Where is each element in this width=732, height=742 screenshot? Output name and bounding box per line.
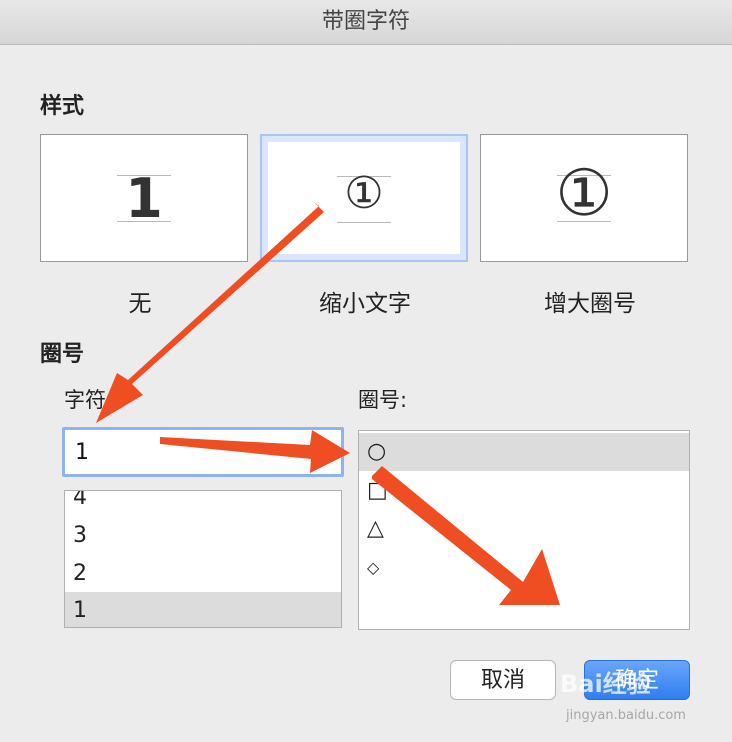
watermark-url: jingyan.baidu.com [566,708,686,723]
list-item-selected[interactable]: 1 [65,592,341,627]
style-option-none[interactable]: 1 [40,134,248,262]
dialog-title: 带圈字符 [0,0,732,45]
enclosure-list[interactable]: ○ □ △ ◇ [358,430,690,630]
text-list[interactable]: 4 3 2 1 [64,490,342,628]
list-item[interactable]: 2 [65,555,341,593]
text-input-value[interactable] [65,430,341,474]
enclosure-section-label: 圈号 [40,342,85,367]
style-option-enlarge-symbol[interactable]: ① [480,134,688,262]
text-input[interactable] [62,427,344,477]
text-field-label: 字符 [64,388,106,412]
list-item[interactable]: 3 [65,517,341,555]
enclosure-option-diamond[interactable]: ◇ [359,548,689,586]
style-preview-glyph: 1 [125,167,163,230]
circle-icon: ○ [367,439,387,464]
style-preview-glyph: ① [555,157,613,231]
style-caption-enlarge-symbol: 增大圈号 [544,291,636,317]
square-icon: □ [367,478,388,503]
style-option-shrink-text[interactable]: ① [260,134,468,262]
cancel-button[interactable]: 取消 [450,660,556,700]
style-caption-shrink-text: 缩小文字 [319,291,411,317]
style-caption-none: 无 [128,291,152,317]
enclosure-option-square[interactable]: □ [359,472,689,510]
enclosure-option-triangle[interactable]: △ [359,510,689,548]
style-preview-glyph: ① [344,168,384,219]
triangle-icon: △ [367,516,384,541]
guide-line [337,222,391,223]
enclosure-field-label: 圈号: [358,388,408,412]
enclosure-option-circle[interactable]: ○ [359,433,689,471]
style-section-label: 样式 [40,94,85,119]
annotation-arrows [96,201,560,605]
watermark-text: Bai经验 [560,670,651,698]
diamond-icon: ◇ [367,558,380,577]
list-item[interactable]: 4 [65,491,341,517]
